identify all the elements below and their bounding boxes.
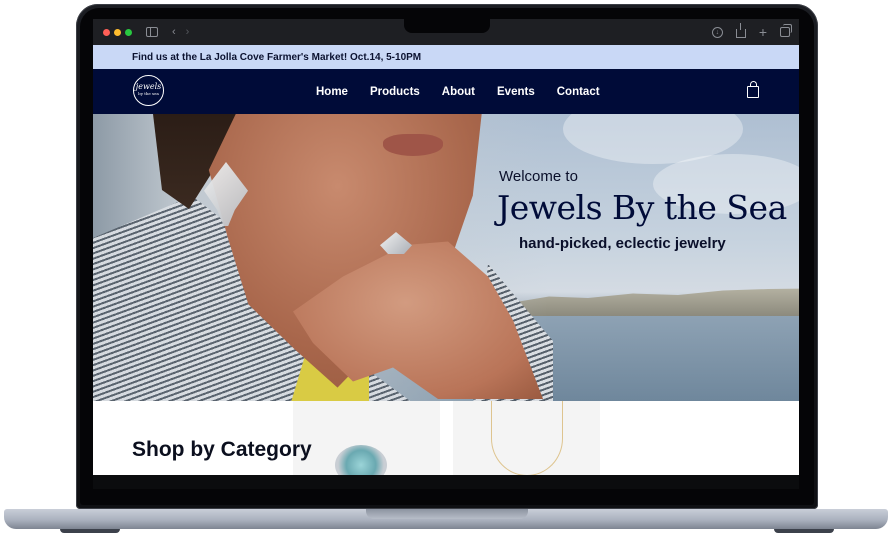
main-nav: Home Products About Events Contact — [316, 69, 622, 114]
nav-products[interactable]: Products — [370, 86, 420, 98]
laptop-opening-lip — [366, 509, 528, 519]
window-controls — [103, 28, 132, 36]
share-icon[interactable] — [735, 22, 746, 38]
screen-bottom-bezel — [93, 475, 799, 489]
sidebar-icon[interactable] — [146, 27, 158, 37]
zoom-window-button[interactable] — [125, 28, 132, 36]
site-header: jewels by the sea Home Products About Ev… — [93, 69, 799, 114]
nav-contact[interactable]: Contact — [557, 86, 600, 98]
category-card-rings[interactable] — [293, 401, 440, 475]
nav-home[interactable]: Home — [316, 86, 348, 98]
nav-about[interactable]: About — [442, 86, 475, 98]
category-heading: Shop by Category — [132, 438, 312, 461]
chain-necklace-image — [491, 401, 563, 475]
nav-events[interactable]: Events — [497, 86, 535, 98]
hero-welcome: Welcome to — [499, 168, 578, 185]
logo-wordmark: jewels — [135, 82, 162, 91]
gem-ring-image — [335, 445, 387, 475]
shopping-bag-icon[interactable] — [747, 81, 759, 98]
hero-tagline: hand-picked, eclectic jewelry — [519, 235, 726, 252]
laptop-foot-left — [60, 529, 120, 533]
new-tab-icon[interactable]: + — [759, 25, 767, 39]
hero-copy: Welcome to Jewels By the Sea hand-picked… — [497, 168, 798, 252]
close-window-button[interactable] — [103, 28, 110, 36]
announcement-text: Find us at the La Jolla Cove Farmer's Ma… — [132, 51, 422, 63]
forward-icon[interactable]: › — [186, 19, 190, 45]
logo-subtext: by the sea — [138, 91, 159, 96]
camera-notch — [404, 19, 490, 33]
minimize-window-button[interactable] — [114, 28, 121, 36]
category-section: Shop by Category — [93, 401, 799, 475]
coastline-cliffs — [513, 288, 799, 316]
hero-brand-title: Jewels By the Sea — [497, 188, 787, 227]
category-card-necklaces[interactable] — [453, 401, 600, 475]
hero-banner: Welcome to Jewels By the Sea hand-picked… — [93, 114, 799, 401]
laptop-screen: ‹ › ↓ + Find us at the La Jolla Cove Far… — [93, 19, 799, 475]
tabs-overview-icon[interactable] — [780, 24, 792, 37]
model-lips — [383, 134, 443, 156]
download-icon[interactable]: ↓ — [711, 26, 723, 38]
back-icon[interactable]: ‹ — [172, 19, 176, 45]
toolbar-right: ↓ + — [711, 22, 792, 39]
laptop-foot-right — [774, 529, 834, 533]
site-logo[interactable]: jewels by the sea — [133, 75, 164, 106]
announcement-bar: Find us at the La Jolla Cove Farmer's Ma… — [93, 45, 799, 69]
